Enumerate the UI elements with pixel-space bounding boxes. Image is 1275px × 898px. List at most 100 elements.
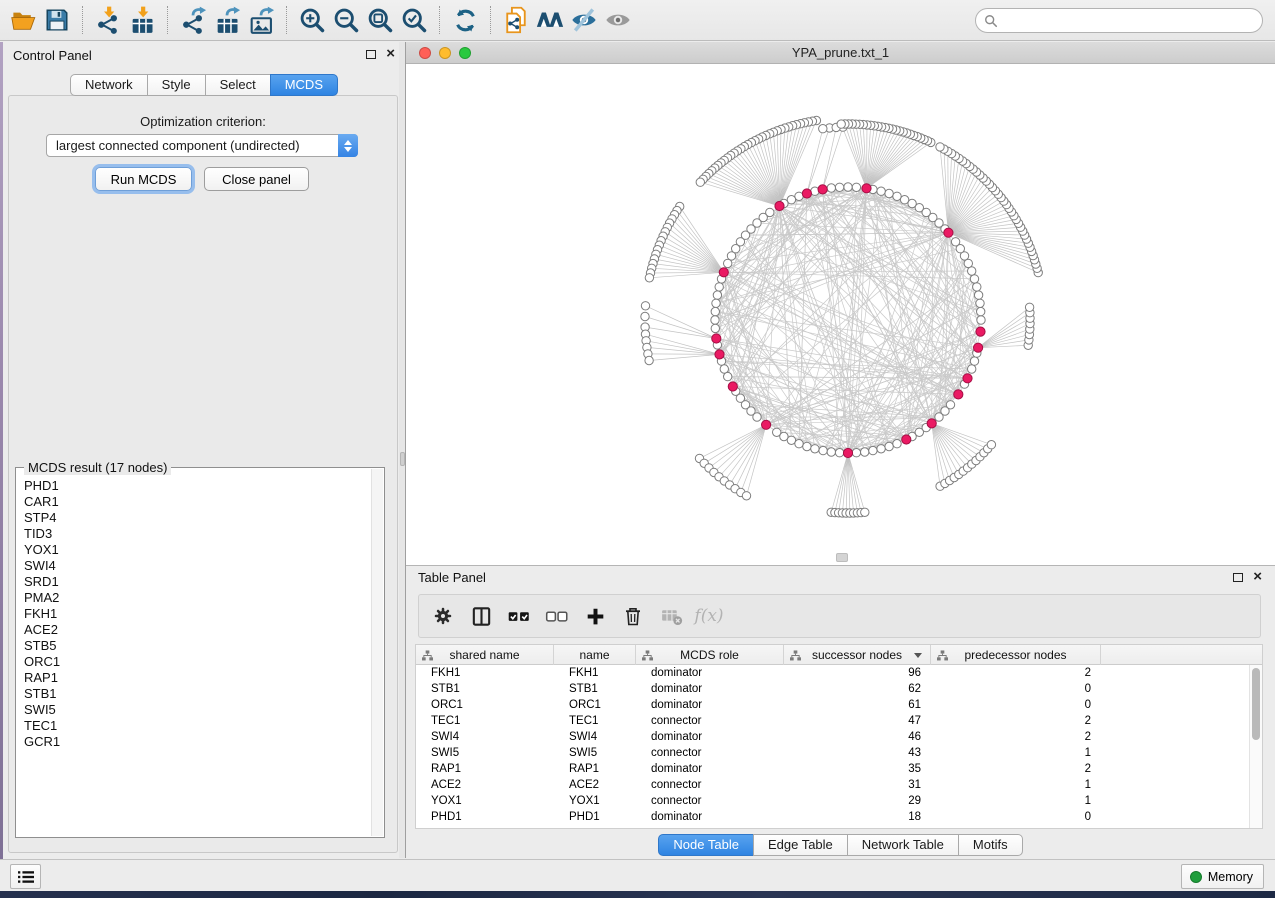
close-icon[interactable]: × <box>386 49 395 59</box>
graph-hub-node[interactable] <box>715 350 724 359</box>
graph-hub-node[interactable] <box>974 343 983 352</box>
show-columns-button[interactable] <box>465 600 497 632</box>
table-cell[interactable]: 1 <box>931 793 1101 809</box>
import-network-button[interactable] <box>91 3 125 37</box>
table-cell[interactable]: 47 <box>784 713 931 729</box>
graph-node[interactable] <box>827 448 835 456</box>
graph-node[interactable] <box>893 192 901 200</box>
table-cell[interactable]: RAP1 <box>554 761 636 777</box>
table-cell[interactable]: PHD1 <box>416 809 554 825</box>
mcds-node-item[interactable]: GCR1 <box>24 734 370 750</box>
clone-network-button[interactable] <box>499 3 533 37</box>
table-cell[interactable]: 96 <box>784 665 931 681</box>
graph-node[interactable] <box>742 492 750 500</box>
table-row[interactable]: YOX1YOX1connector291 <box>416 793 1262 809</box>
close-panel-button[interactable]: Close panel <box>204 167 309 191</box>
splitter-handle[interactable] <box>400 452 405 466</box>
table-cell[interactable]: PHD1 <box>554 809 636 825</box>
graph-node[interactable] <box>852 183 860 191</box>
graph-node[interactable] <box>835 183 843 191</box>
graph-node[interactable] <box>977 316 985 324</box>
graph-node[interactable] <box>811 445 819 453</box>
graph-node[interactable] <box>968 365 976 373</box>
table-settings-button[interactable] <box>427 600 459 632</box>
mcds-node-item[interactable]: STB5 <box>24 638 370 654</box>
graph-node[interactable] <box>936 143 944 151</box>
graph-node[interactable] <box>641 312 649 320</box>
table-cell[interactable]: SWI5 <box>554 745 636 761</box>
graph-hub-node[interactable] <box>944 228 953 237</box>
add-column-button[interactable] <box>579 600 611 632</box>
table-cell[interactable]: 31 <box>784 777 931 793</box>
graph-hub-node[interactable] <box>719 268 728 277</box>
mcds-node-item[interactable]: ACE2 <box>24 622 370 638</box>
graph-node[interactable] <box>877 445 885 453</box>
column-header-predecessor-nodes[interactable]: predecessor nodes <box>931 645 1101 665</box>
mcds-node-item[interactable]: FKH1 <box>24 606 370 622</box>
mcds-node-item[interactable]: ORC1 <box>24 654 370 670</box>
table-cell[interactable]: dominator <box>636 665 784 681</box>
graph-node[interactable] <box>696 178 704 186</box>
graph-node[interactable] <box>946 401 954 409</box>
zoom-out-button[interactable] <box>329 3 363 37</box>
table-cell[interactable]: YOX1 <box>416 793 554 809</box>
zoom-in-button[interactable] <box>295 3 329 37</box>
mcds-node-item[interactable]: YOX1 <box>24 542 370 558</box>
table-row[interactable]: STB1STB1dominator620 <box>416 681 1262 697</box>
graph-node[interactable] <box>970 275 978 283</box>
table-row[interactable]: ACE2ACE2connector311 <box>416 777 1262 793</box>
graph-node[interactable] <box>869 446 877 454</box>
column-header-MCDS-role[interactable]: MCDS role <box>636 645 784 665</box>
table-cell[interactable]: connector <box>636 745 784 761</box>
tab-node-table[interactable]: Node Table <box>658 834 754 856</box>
table-row[interactable]: TEC1TEC1connector472 <box>416 713 1262 729</box>
tab-edge-table[interactable]: Edge Table <box>753 834 848 856</box>
table-cell[interactable]: 46 <box>784 729 931 745</box>
horizontal-splitter-handle[interactable] <box>836 553 848 562</box>
float-panel-icon[interactable] <box>366 50 376 59</box>
graph-node[interactable] <box>711 316 719 324</box>
mcds-node-item[interactable]: PMA2 <box>24 590 370 606</box>
zoom-fit-button[interactable] <box>363 3 397 37</box>
table-cell[interactable]: 1 <box>931 745 1101 761</box>
table-cell[interactable]: dominator <box>636 729 784 745</box>
table-cell[interactable]: STB1 <box>416 681 554 697</box>
criterion-dropdown[interactable]: largest connected component (undirected) <box>46 134 358 157</box>
mcds-node-item[interactable]: TID3 <box>24 526 370 542</box>
mcds-node-item[interactable]: PHD1 <box>24 478 370 494</box>
mcds-node-item[interactable]: SRD1 <box>24 574 370 590</box>
column-header-successor-nodes[interactable]: successor nodes <box>784 645 931 665</box>
hide-selected-button[interactable] <box>567 3 601 37</box>
table-cell[interactable]: 61 <box>784 697 931 713</box>
graph-node[interactable] <box>852 449 860 457</box>
graph-node[interactable] <box>970 357 978 365</box>
graph-node[interactable] <box>827 184 835 192</box>
graph-hub-node[interactable] <box>954 390 963 399</box>
graph-node[interactable] <box>819 125 827 133</box>
show-all-button[interactable] <box>601 3 635 37</box>
graph-hub-node[interactable] <box>712 334 721 343</box>
open-file-button[interactable] <box>6 3 40 37</box>
table-cell[interactable]: 1 <box>931 777 1101 793</box>
table-cell[interactable]: TEC1 <box>416 713 554 729</box>
graph-hub-node[interactable] <box>862 184 871 193</box>
mcds-node-item[interactable]: CAR1 <box>24 494 370 510</box>
graph-node[interactable] <box>711 324 719 332</box>
table-cell[interactable]: 43 <box>784 745 931 761</box>
memory-button[interactable]: Memory <box>1181 864 1264 889</box>
unselect-all-columns-button[interactable] <box>541 600 573 632</box>
mcds-list-scrollbar[interactable] <box>371 469 383 836</box>
graph-node[interactable] <box>724 372 732 380</box>
graph-node[interactable] <box>711 307 719 315</box>
column-header-name[interactable]: name <box>554 645 636 665</box>
graph-node[interactable] <box>712 299 720 307</box>
table-cell[interactable]: dominator <box>636 681 784 697</box>
graph-node[interactable] <box>713 291 721 299</box>
graph-node[interactable] <box>861 448 869 456</box>
table-cell[interactable]: 18 <box>784 809 931 825</box>
table-row[interactable]: SWI4SWI4dominator462 <box>416 729 1262 745</box>
graph-node[interactable] <box>753 413 761 421</box>
graph-node[interactable] <box>837 120 845 128</box>
graph-node[interactable] <box>795 440 803 448</box>
table-cell[interactable]: SWI5 <box>416 745 554 761</box>
